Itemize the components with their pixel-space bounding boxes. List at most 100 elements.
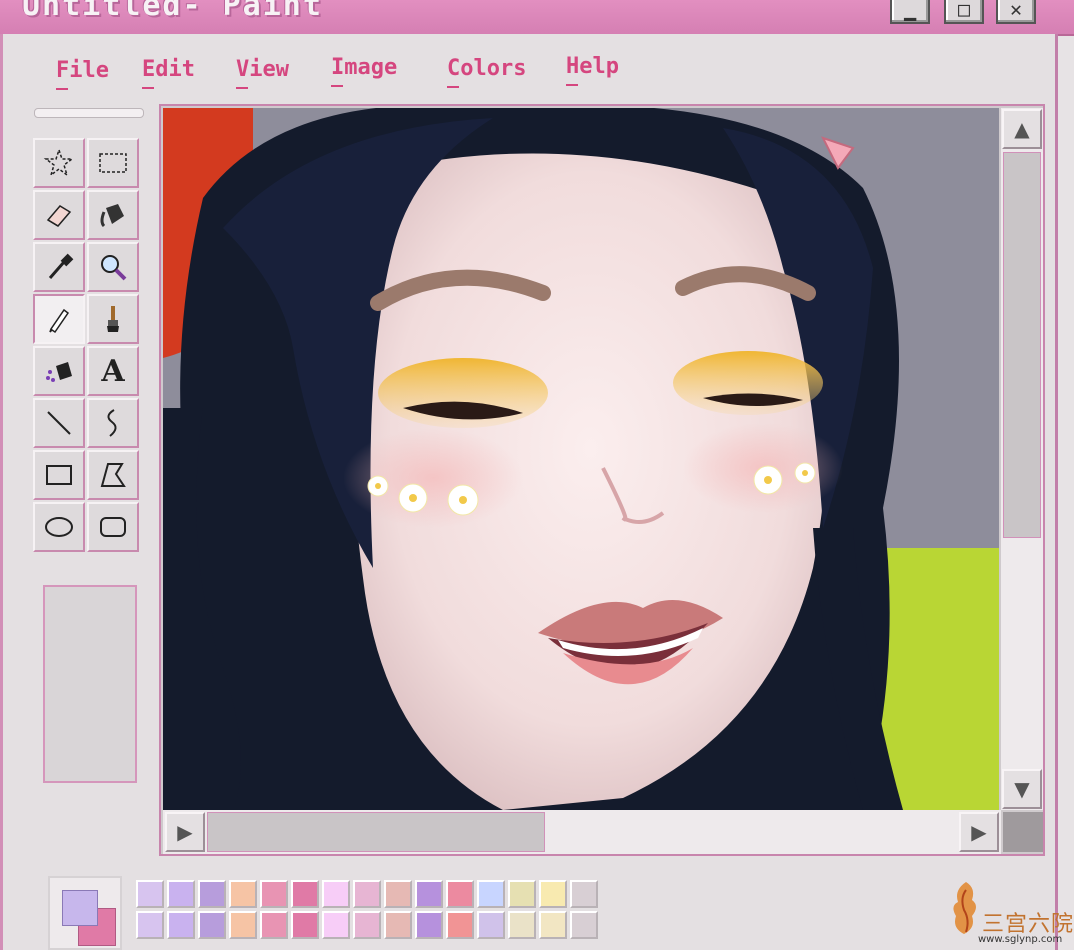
polygon-icon [100,463,126,487]
color-swatch[interactable] [508,911,536,939]
color-swatch[interactable] [570,911,598,939]
color-swatch[interactable] [477,880,505,908]
title-bar: Untitled- Paint ▁ □ ✕ [0,0,1074,36]
line-icon [47,411,71,435]
menu-colors[interactable]: Colors [447,56,527,88]
menu-image[interactable]: Image [331,55,398,87]
close-icon: ✕ [1009,0,1023,21]
toolbox-handle[interactable] [34,108,144,118]
horizontal-scrollbar[interactable]: ▶ ▶ [163,810,1001,854]
menu-file-label: File [56,58,109,83]
current-colors[interactable] [48,876,122,950]
color-swatch[interactable] [136,880,164,908]
menu-file[interactable]: File [56,58,109,90]
color-swatch[interactable] [353,911,381,939]
drawing-canvas[interactable] [163,108,999,810]
color-swatch[interactable] [229,880,257,908]
color-swatch[interactable] [291,880,319,908]
color-swatch[interactable] [136,911,164,939]
window-title: Untitled- Paint [22,0,323,23]
text-icon: A [101,353,125,389]
color-swatch[interactable] [384,880,412,908]
tool-rectangle[interactable] [33,450,85,500]
tool-rounded-rect[interactable] [87,502,139,552]
tool-eraser[interactable] [33,190,85,240]
maximize-button[interactable]: □ [944,0,984,24]
color-swatch[interactable] [229,911,257,939]
scroll-up-button[interactable]: ▲ [1002,109,1042,149]
tool-line[interactable] [33,398,85,448]
tool-text[interactable]: A [87,346,139,396]
scroll-right-button[interactable]: ▶ [959,812,999,852]
menu-colors-label: Colors [447,56,527,81]
arrow-left-icon: ▶ [177,820,193,844]
brush-icon [107,306,119,332]
color-swatch[interactable] [415,880,443,908]
color-swatch[interactable] [322,880,350,908]
menu-bar: File Edit View Image Colors Help [0,52,700,92]
tool-free-select[interactable] [33,138,85,188]
maximize-icon: □ [957,0,971,21]
tool-pencil[interactable] [33,294,85,344]
fill-bucket-icon [100,204,124,228]
color-swatch[interactable] [198,880,226,908]
eraser-icon [46,205,72,227]
canvas-image [163,108,999,810]
color-swatch[interactable] [384,911,412,939]
vertical-scroll-thumb[interactable] [1003,152,1041,538]
color-swatch[interactable] [477,911,505,939]
minimize-button[interactable]: ▁ [890,0,930,24]
foreground-color[interactable] [62,890,98,926]
rect-select-icon [99,153,127,173]
tool-curve[interactable] [87,398,139,448]
scroll-left-button[interactable]: ▶ [165,812,205,852]
pencil-icon [49,308,70,334]
tool-brush[interactable] [87,294,139,344]
color-swatch[interactable] [167,911,195,939]
menu-image-label: Image [331,55,398,80]
tool-rect-select[interactable] [87,138,139,188]
color-swatch[interactable] [353,880,381,908]
color-swatch[interactable] [415,911,443,939]
color-swatch[interactable] [539,911,567,939]
menu-help-label: Help [566,54,619,79]
color-swatch[interactable] [446,880,474,908]
color-swatch[interactable] [198,911,226,939]
scroll-down-button[interactable]: ▼ [1002,769,1042,809]
color-swatch[interactable] [260,880,288,908]
arrow-down-icon: ▼ [1014,777,1030,801]
menu-edit[interactable]: Edit [142,57,195,89]
tool-fill[interactable] [87,190,139,240]
curve-icon [107,409,117,437]
arrow-right-icon: ▶ [971,820,987,844]
color-swatch[interactable] [570,880,598,908]
menu-edit-label: Edit [142,57,195,82]
color-swatch[interactable] [260,911,288,939]
color-swatch[interactable] [167,880,195,908]
scrollbar-corner [1003,812,1043,852]
close-button[interactable]: ✕ [996,0,1036,24]
airbrush-icon [46,362,72,382]
rectangle-icon [46,465,72,485]
color-swatch[interactable] [291,911,319,939]
color-swatch[interactable] [508,880,536,908]
tool-airbrush[interactable] [33,346,85,396]
ellipse-icon [45,517,73,537]
watermark-url: www.sglynp.com [978,934,1063,945]
tool-polygon[interactable] [87,450,139,500]
tool-ellipse[interactable] [33,502,85,552]
color-swatch[interactable] [539,880,567,908]
color-swatch[interactable] [446,911,474,939]
horizontal-scroll-thumb[interactable] [207,812,545,852]
menu-view[interactable]: View [236,57,289,89]
tool-magnifier[interactable] [87,242,139,292]
magnifier-icon [101,255,127,281]
color-swatch[interactable] [322,911,350,939]
tool-options-box[interactable] [43,585,137,783]
menu-help[interactable]: Help [566,54,619,86]
color-picker-icon [48,253,74,279]
minimize-icon: ▁ [903,0,917,21]
tool-color-picker[interactable] [33,242,85,292]
vertical-scrollbar[interactable]: ▲ ▼ [1001,108,1043,810]
arrow-up-icon: ▲ [1014,117,1030,141]
